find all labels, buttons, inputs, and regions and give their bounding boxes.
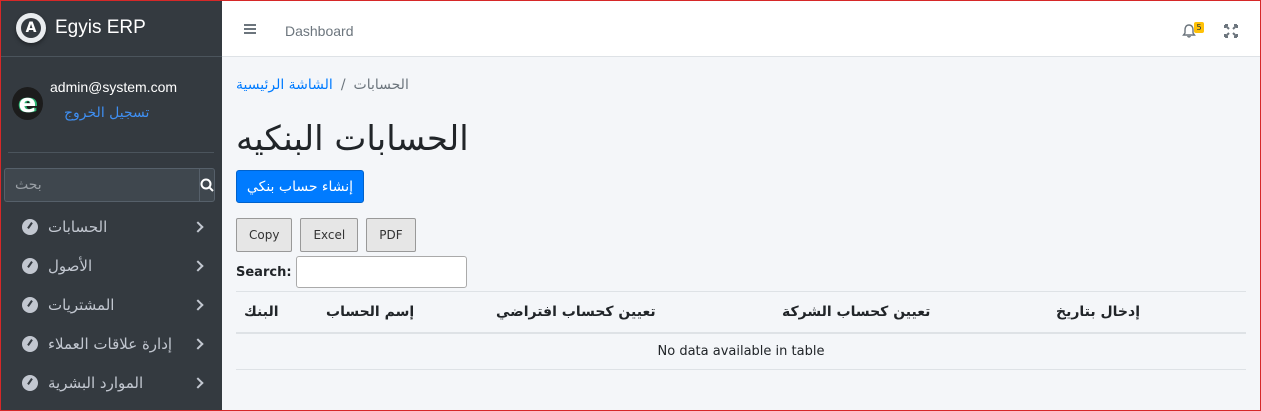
dashboard-icon (22, 257, 38, 274)
table-search-input[interactable] (295, 256, 467, 288)
sidebar-item-purchases[interactable]: المشتريات (0, 285, 222, 324)
sidebar-item-label: إدارة علاقات العملاء (48, 334, 173, 353)
brand-logo-icon: A (16, 13, 46, 43)
column-header-company-account[interactable]: تعيين كحساب الشركة (774, 291, 1048, 334)
user-panel: e admin@system.com تسجيل الخروج (8, 57, 214, 153)
table-search-label: Search: (236, 264, 292, 280)
page-title: الحسابات البنكيه (236, 119, 469, 159)
create-bank-account-button[interactable]: إنشاء حساب بنكي (236, 170, 364, 203)
chevron-left-icon (192, 298, 204, 311)
bank-accounts-table: البنك إسم الحساب تعيين كحساب افتراضي تعي… (236, 291, 1246, 370)
copy-button[interactable]: Copy (236, 218, 293, 252)
table-filter: Search: (236, 256, 467, 288)
column-header-account-name[interactable]: إسم الحساب (318, 291, 488, 334)
sidebar-search-input[interactable] (4, 168, 199, 202)
export-buttons: Copy Excel PDF (236, 218, 416, 252)
excel-button[interactable]: Excel (300, 218, 359, 252)
chevron-left-icon (192, 220, 204, 233)
sidebar-search (4, 168, 215, 202)
sidebar-item-label: الأصول (48, 256, 93, 275)
chevron-left-icon (192, 259, 204, 272)
sidebar: A Egyis ERP e admin@system.com تسجيل الخ… (0, 0, 222, 411)
sidebar-item-hr[interactable]: الموارد البشرية (0, 363, 222, 402)
pdf-button[interactable]: PDF (366, 218, 416, 252)
dashboard-icon (22, 374, 38, 391)
sidebar-item-accounts[interactable]: الحسابات (0, 207, 222, 246)
search-icon (200, 178, 214, 192)
logout-link[interactable]: تسجيل الخروج (64, 105, 149, 121)
search-button[interactable] (199, 168, 215, 202)
chevron-left-icon (192, 376, 204, 389)
sidebar-nav: الحسابات الأصول المشتريات إدارة علاقات ا… (0, 207, 222, 402)
sidebar-item-crm[interactable]: إدارة علاقات العملاء (0, 324, 222, 363)
sidebar-item-label: الموارد البشرية (48, 373, 144, 392)
sidebar-item-label: الحسابات (48, 217, 108, 236)
breadcrumb-separator: / (340, 77, 346, 93)
brand-name: Egyis ERP (55, 17, 146, 38)
dashboard-icon (22, 296, 38, 313)
breadcrumb: الشاشة الرئيسية / الحسابات (236, 77, 409, 93)
table-header-row: البنك إسم الحساب تعيين كحساب افتراضي تعي… (236, 291, 1246, 334)
empty-table-message: No data available in table (236, 332, 1246, 370)
column-header-entry-date[interactable]: إدخال بتاريخ (1048, 291, 1246, 334)
column-header-bank[interactable]: البنك (236, 291, 318, 334)
sidebar-item-label: المشتريات (48, 295, 115, 314)
column-header-default-account[interactable]: تعيين كحساب افتراضي (488, 291, 774, 334)
table-row: No data available in table (236, 332, 1246, 370)
avatar: e (12, 87, 43, 120)
fullscreen-icon[interactable] (1224, 24, 1238, 38)
notification-badge: 5 (1194, 22, 1204, 33)
breadcrumb-current: الحسابات (353, 77, 409, 93)
top-navbar: Dashboard 5 (222, 0, 1261, 57)
dashboard-link[interactable]: Dashboard (285, 23, 354, 39)
dashboard-icon (22, 218, 38, 235)
user-email[interactable]: admin@system.com (50, 79, 177, 95)
menu-toggle-icon[interactable] (244, 24, 256, 34)
brand-link[interactable]: A Egyis ERP (0, 0, 222, 57)
dashboard-icon (22, 335, 38, 352)
main-content: الشاشة الرئيسية / الحسابات الحسابات البن… (222, 57, 1261, 411)
chevron-left-icon (192, 337, 204, 350)
sidebar-item-assets[interactable]: الأصول (0, 246, 222, 285)
breadcrumb-home[interactable]: الشاشة الرئيسية (236, 77, 333, 93)
